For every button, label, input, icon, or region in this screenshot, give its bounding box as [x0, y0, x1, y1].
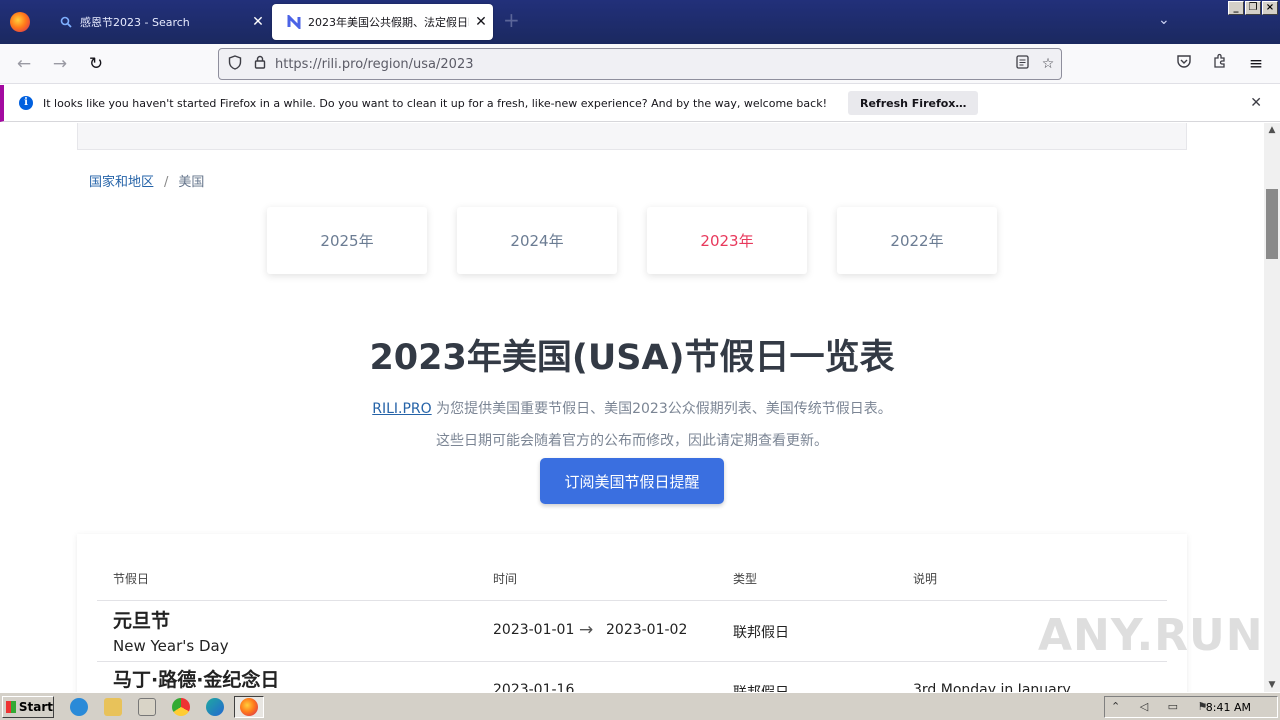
close-tab-icon[interactable]: ✕	[246, 14, 270, 30]
breadcrumb: 国家和地区 / 美国	[89, 171, 204, 190]
notification-bar: i It looks like you haven't started Fire…	[0, 85, 1280, 122]
holiday-name: 马丁·路德·金纪念日	[113, 669, 280, 691]
year-selector: 2025年 2024年 2023年 2022年	[267, 207, 997, 274]
start-label: Start	[18, 700, 53, 714]
close-window-icon[interactable]: ×	[1262, 1, 1278, 15]
menu-icon[interactable]: ≡	[1245, 53, 1267, 75]
breadcrumb-root-link[interactable]: 国家和地区	[89, 175, 154, 190]
subscribe-button[interactable]: 订阅美国节假日提醒	[540, 458, 724, 504]
holiday-table: 节假日 时间 类型 说明 元旦节 New Year's Day 2023-01-…	[77, 534, 1187, 692]
holiday-start-date: 2023-01-16	[493, 682, 575, 692]
firefox-logo-icon[interactable]	[10, 12, 30, 32]
chevron-down-icon[interactable]: ⌄	[1158, 12, 1170, 28]
breadcrumb-current: 美国	[178, 175, 205, 190]
column-header-note: 说明	[913, 572, 938, 586]
scrollbar[interactable]: ▲ ▼	[1264, 123, 1280, 692]
divider	[97, 600, 1167, 601]
minimize-icon[interactable]: _	[1228, 1, 1244, 15]
page-title: 2023年美国(USA)节假日一览表	[369, 338, 895, 378]
description-line-1: RILI.PRO 为您提供美国重要节假日、美国2023公众假期列表、美国传统节假…	[0, 398, 1264, 418]
holiday-end-date: 2023-01-02	[606, 622, 688, 638]
tab-label: 2023年美国公共假期、法定假日时	[308, 16, 469, 29]
holiday-type: 联邦假日	[733, 682, 789, 692]
header-box	[77, 123, 1187, 150]
taskbar: Start ⌃ ◁ ▭ ⚑ 8:41 AM	[0, 692, 1280, 720]
window-controls: _ ❐ ×	[1228, 1, 1278, 15]
scroll-down-icon[interactable]: ▼	[1264, 680, 1280, 690]
info-icon: i	[19, 96, 33, 110]
media-player-icon[interactable]	[138, 698, 156, 716]
forward-icon[interactable]: →	[49, 53, 71, 75]
year-card-2024[interactable]: 2024年	[457, 207, 617, 274]
pocket-icon[interactable]	[1173, 53, 1195, 75]
tab-search[interactable]: 感恩节2023 - Search ✕	[44, 2, 270, 42]
close-icon[interactable]: ✕	[1250, 95, 1262, 111]
divider	[97, 661, 1167, 662]
breadcrumb-separator: /	[164, 175, 169, 190]
tray-icons[interactable]: ⌃ ◁ ▭ ⚑	[1111, 700, 1215, 713]
tab-bar: 感恩节2023 - Search ✕ 2023年美国公共假期、法定假日时 ✕ +…	[0, 0, 1280, 44]
search-icon	[58, 14, 74, 30]
year-card-2023[interactable]: 2023年	[647, 207, 807, 274]
tab-rili[interactable]: 2023年美国公共假期、法定假日时 ✕	[272, 4, 493, 40]
nav-bar: ← → ↻ https://rili.pro/region/usa/2023 ☆…	[0, 44, 1280, 84]
taskbar-firefox-button[interactable]	[234, 696, 264, 718]
refresh-firefox-button[interactable]: Refresh Firefox…	[847, 91, 979, 115]
notification-message: It looks like you haven't started Firefo…	[43, 96, 827, 110]
arrow-right-icon: →	[579, 620, 594, 640]
new-tab-icon[interactable]: +	[503, 10, 520, 30]
holiday-type: 联邦假日	[733, 625, 789, 641]
folder-icon[interactable]	[104, 698, 122, 716]
restore-icon[interactable]: ❐	[1245, 1, 1261, 15]
column-header-holiday: 节假日	[113, 572, 150, 586]
firefox-icon	[240, 698, 258, 716]
holiday-note: 3rd Monday in January	[913, 682, 1071, 692]
year-card-2022[interactable]: 2022年	[837, 207, 997, 274]
tab-label: 感恩节2023 - Search	[80, 16, 190, 29]
page-viewport: 国家和地区 / 美国 2025年 2024年 2023年 2022年 2023年美国…	[0, 123, 1264, 692]
description-line-2: 这些日期可能会随着官方的公布而修改，因此请定期查看更新。	[436, 433, 828, 449]
description-text: 为您提供美国重要节假日、美国2023公众假期列表、美国传统节假日表。	[431, 401, 892, 417]
url-text[interactable]: https://rili.pro/region/usa/2023	[275, 57, 1009, 72]
extensions-icon[interactable]	[1209, 53, 1231, 75]
year-card-2025[interactable]: 2025年	[267, 207, 427, 274]
back-icon[interactable]: ←	[13, 53, 35, 75]
holiday-name-en: New Year's Day	[113, 637, 229, 655]
holiday-name: 元旦节	[113, 610, 171, 632]
reader-view-icon[interactable]	[1009, 55, 1035, 73]
column-header-date: 时间	[493, 572, 518, 586]
clock: 8:41 AM	[1205, 701, 1251, 714]
column-header-type: 类型	[733, 572, 758, 586]
start-button[interactable]: Start	[2, 696, 54, 718]
edge-icon[interactable]	[206, 698, 224, 716]
anyrun-watermark: ANY.RUN	[1038, 610, 1264, 661]
rili-link[interactable]: RILI.PRO	[372, 401, 431, 417]
reload-icon[interactable]: ↻	[85, 53, 107, 75]
system-tray: ⌃ ◁ ▭ ⚑ 8:41 AM	[1104, 696, 1278, 718]
scroll-thumb[interactable]	[1266, 189, 1278, 259]
scroll-up-icon[interactable]: ▲	[1264, 125, 1280, 135]
lock-icon[interactable]	[251, 55, 269, 73]
shield-icon[interactable]	[226, 54, 244, 74]
holiday-start-date: 2023-01-01	[493, 622, 575, 638]
bookmark-star-icon[interactable]: ☆	[1035, 56, 1061, 72]
url-bar[interactable]: https://rili.pro/region/usa/2023 ☆	[218, 48, 1062, 80]
chrome-icon[interactable]	[172, 698, 190, 716]
rili-logo-icon	[286, 14, 302, 30]
ie-icon[interactable]	[70, 698, 88, 716]
windows-logo-icon	[6, 701, 16, 713]
close-tab-icon[interactable]: ✕	[469, 14, 493, 30]
